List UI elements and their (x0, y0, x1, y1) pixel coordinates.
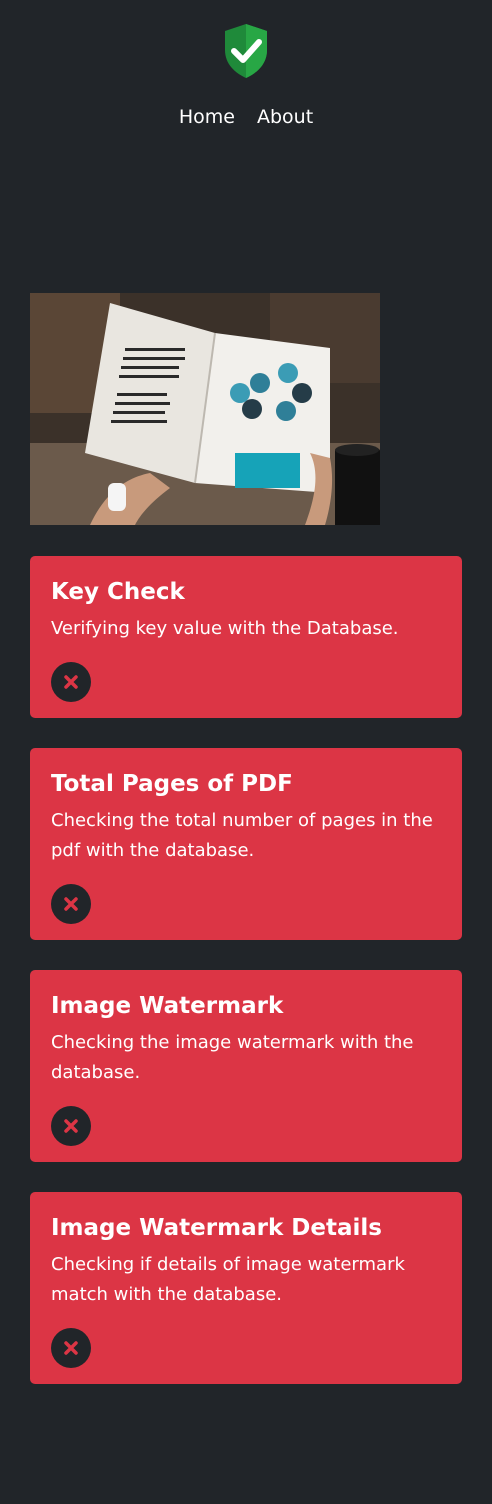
x-icon (51, 1106, 91, 1146)
card-title: Total Pages of PDF (51, 771, 293, 797)
check-card-image-watermark-details: Image Watermark Details Checking if deta… (30, 1192, 462, 1384)
hero-image (30, 293, 380, 525)
page: Home About Key Check Verifying key value… (0, 0, 492, 1504)
card-text: Checking the total number of pages in th… (51, 810, 433, 861)
x-icon (51, 1328, 91, 1368)
shield-check-icon[interactable] (221, 22, 271, 80)
header: Home About (0, 0, 492, 160)
check-card-image-watermark: Image Watermark Checking the image water… (30, 970, 462, 1162)
check-card-key: Key Check Verifying key value with the D… (30, 556, 462, 718)
card-text: Checking the image watermark with the da… (51, 1032, 414, 1083)
check-card-total-pages: Total Pages of PDF Checking the total nu… (30, 748, 462, 940)
card-text: Checking if details of image watermark m… (51, 1254, 405, 1305)
card-title: Image Watermark (51, 993, 284, 1019)
card-title: Image Watermark Details (51, 1215, 382, 1241)
card-text: Verifying key value with the Database. (51, 618, 399, 639)
main-nav: Home About (0, 106, 492, 128)
card-title: Key Check (51, 579, 185, 605)
nav-home-link[interactable]: Home (179, 106, 235, 128)
nav-about-link[interactable]: About (257, 106, 313, 128)
x-icon (51, 884, 91, 924)
x-icon (51, 662, 91, 702)
